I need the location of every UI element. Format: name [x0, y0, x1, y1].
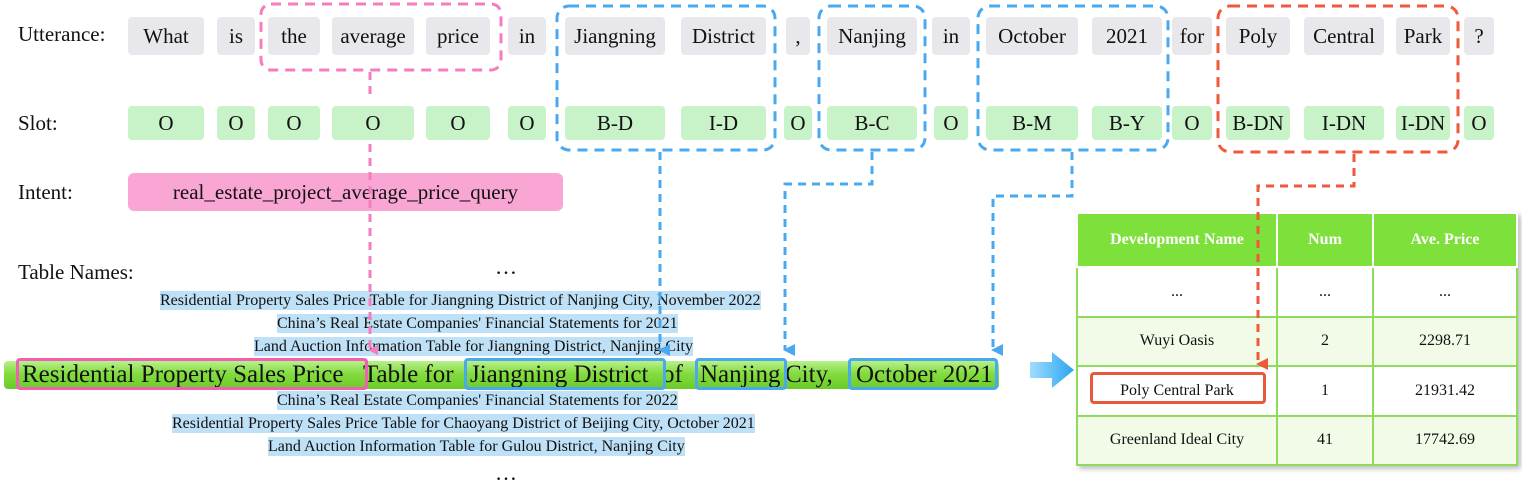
development-group-box [1216, 4, 1460, 154]
city-group-box [817, 4, 927, 152]
date-group-box [976, 4, 1170, 152]
district-group-box [555, 4, 777, 152]
city-connector [783, 152, 874, 356]
development-connector [1256, 154, 1356, 370]
connector-overlay [259, 2, 1460, 370]
price-group-box [259, 2, 503, 72]
date-connector [991, 152, 1074, 356]
